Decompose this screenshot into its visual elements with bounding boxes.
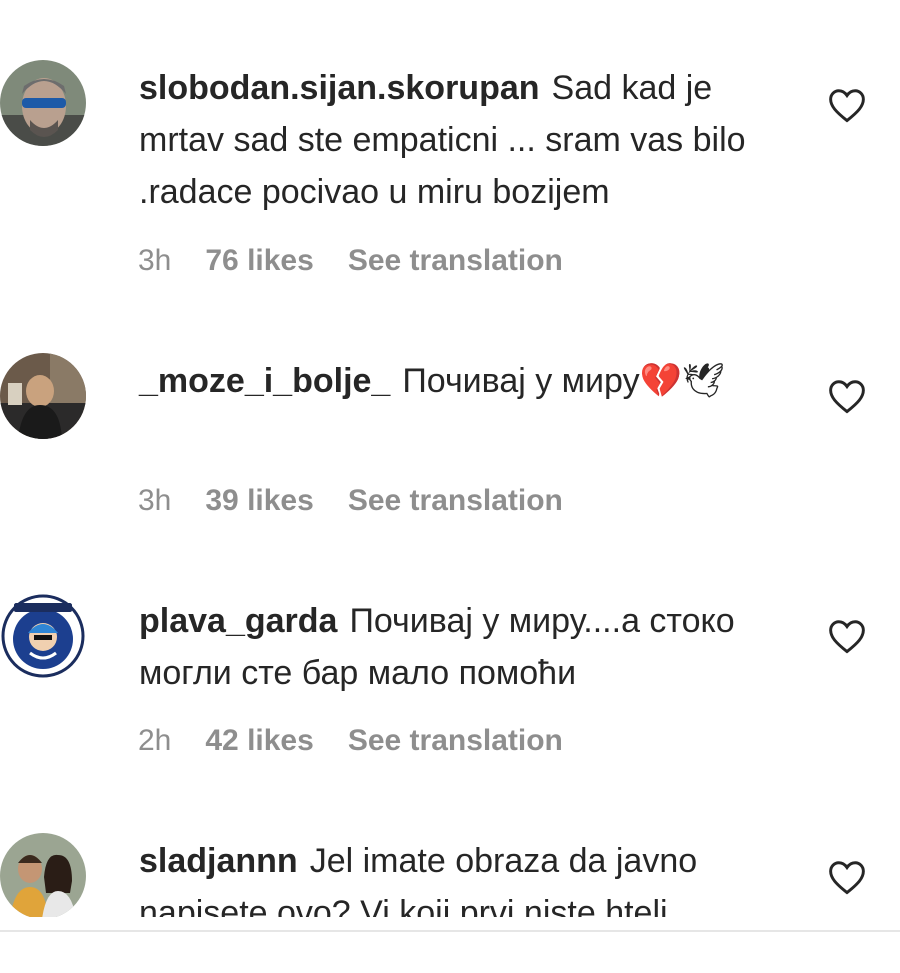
comment-username[interactable]: _moze_i_bolje_ xyxy=(139,362,390,400)
comment-username[interactable]: slobodan.sijan.skorupan xyxy=(139,69,540,107)
heart-outline-icon[interactable] xyxy=(827,859,867,895)
heart-outline-icon[interactable] xyxy=(827,87,867,123)
see-translation-button[interactable]: See translation xyxy=(348,244,563,278)
comment-text: Почивај у миру💔🕊 xyxy=(402,362,726,400)
heart-outline-icon[interactable] xyxy=(827,378,867,414)
heart-outline-icon[interactable] xyxy=(827,618,867,654)
comment-body: _moze_i_bolje_ Почивај у миру💔🕊 xyxy=(139,355,789,407)
comment-meta: 2h 42 likes See translation xyxy=(138,722,563,760)
comment-likes[interactable]: 42 likes xyxy=(205,724,313,758)
see-translation-button[interactable]: See translation xyxy=(348,484,563,518)
comment-body: sladjannn Jel imate obraza da javno napis… xyxy=(139,835,789,917)
avatar[interactable] xyxy=(0,60,86,146)
comment-time[interactable]: 2h xyxy=(138,724,171,758)
comment-likes[interactable]: 76 likes xyxy=(205,244,313,278)
comment-meta: 3h 76 likes See translation xyxy=(138,242,563,280)
comment-list: slobodan.sijan.skorupan Sad kad je mrtav … xyxy=(0,0,900,917)
avatar[interactable] xyxy=(0,353,86,439)
comment-time[interactable]: 3h xyxy=(138,244,171,278)
comment-username[interactable]: plava_garda xyxy=(139,602,337,640)
avatar[interactable] xyxy=(0,833,86,917)
comment-body: slobodan.sijan.skorupan Sad kad je mrtav … xyxy=(139,62,789,218)
comment-time[interactable]: 3h xyxy=(138,484,171,518)
comment-username[interactable]: sladjannn xyxy=(139,842,298,880)
comment-meta: 3h 39 likes See translation xyxy=(138,482,563,520)
avatar[interactable] xyxy=(0,593,86,679)
see-translation-button[interactable]: See translation xyxy=(348,724,563,758)
comment-likes[interactable]: 39 likes xyxy=(205,484,313,518)
divider xyxy=(0,930,900,932)
comment-body: plava_garda Почивај у миру....а стоко мог… xyxy=(139,595,789,699)
